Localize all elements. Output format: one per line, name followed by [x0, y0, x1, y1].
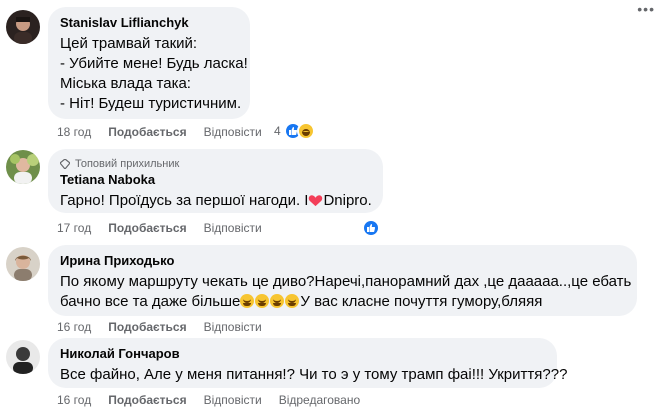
like-button[interactable]: Подобається — [108, 320, 186, 334]
like-button[interactable]: Подобається — [108, 393, 186, 407]
comment-text-line: Все файно, Але у меня питання!? Чи то э … — [60, 366, 568, 383]
comment-text-prefix: бачно все та даже більше — [60, 293, 241, 310]
reaction-summary[interactable]: 4 — [274, 122, 315, 140]
diamond-badge-icon — [60, 159, 70, 169]
like-icon — [362, 219, 380, 237]
comment-time[interactable]: 16 год — [57, 320, 91, 334]
badge-row: Топовий прихильник — [60, 157, 371, 171]
reply-button[interactable]: Відповісти — [204, 393, 262, 407]
top-fan-badge: Топовий прихильник — [75, 158, 180, 170]
comment-text-prefix: Гарно! Проїдусь за першої нагоди. I — [60, 192, 309, 209]
edited-label[interactable]: Відредаговано — [279, 393, 360, 407]
avatar[interactable] — [6, 340, 40, 374]
comment-text-line: Міська влада така: — [60, 75, 191, 92]
comment-text-line: Цей трамвай такий: — [60, 35, 198, 52]
comment-text-line: - Убийте мене! Будь ласка! — [60, 55, 248, 72]
more-options-icon[interactable]: ••• — [637, 1, 655, 17]
comment-bubble: Stanislav Liflianchyk Цей трамвай такий:… — [48, 7, 250, 119]
laughing-emoji-icon — [240, 294, 255, 308]
avatar[interactable] — [6, 10, 40, 44]
comment-author[interactable]: Stanislav Liflianchyk — [60, 15, 238, 31]
reply-button[interactable]: Відповісти — [204, 221, 262, 235]
comment-time[interactable]: 18 год — [57, 125, 91, 139]
haha-icon — [296, 122, 315, 140]
comment-author[interactable]: Tetiana Naboka — [60, 172, 371, 188]
comment-text-line: - Ніт! Будеш туристичним. — [60, 95, 242, 112]
like-button[interactable]: Подобається — [108, 125, 186, 139]
comment-time[interactable]: 16 год — [57, 393, 91, 407]
avatar[interactable] — [6, 150, 40, 184]
heart-emoji-icon — [308, 193, 323, 208]
laughing-emoji-icon — [270, 294, 285, 308]
comment-text-suffix: Dnipro. — [323, 192, 372, 209]
comment-author[interactable]: Ирина Приходько — [60, 253, 625, 269]
comment-text: Гарно! Проїдусь за першої нагоди. I Dnipr… — [60, 191, 372, 211]
comment-text-line: По якому маршруту чекать це диво?Наречі,… — [60, 273, 632, 290]
comment-author[interactable]: Николай Гончаров — [60, 346, 545, 362]
comment-bubble: Топовий прихильник Tetiana Naboka Гарно!… — [48, 149, 383, 213]
comment-bubble: Ирина Приходько По якому маршруту чекать… — [48, 245, 637, 316]
comment-actions: 16 год Подобається Відповісти — [57, 319, 279, 335]
comment-text-line: бачно все та даже більше У вас класне поч… — [60, 292, 625, 312]
reaction-count: 4 — [274, 124, 281, 138]
reaction-summary[interactable] — [362, 219, 380, 237]
comment-text-suffix: У вас класне почуття гумору,бляяя — [300, 293, 543, 310]
comment-bubble: Николай Гончаров Все файно, Але у меня п… — [48, 338, 568, 388]
reply-button[interactable]: Відповісти — [204, 320, 262, 334]
comment-actions: 17 год Подобається Відповісти — [57, 220, 279, 236]
comment-time[interactable]: 17 год — [57, 221, 91, 235]
reply-button[interactable]: Відповісти — [204, 125, 262, 139]
avatar[interactable] — [6, 247, 40, 281]
comment-actions: 16 год Подобається Відповісти Відредагов… — [57, 392, 377, 408]
laughing-emoji-icon — [285, 294, 300, 308]
like-button[interactable]: Подобається — [108, 221, 186, 235]
comment-actions: 18 год Подобається Відповісти — [57, 124, 279, 140]
laughing-emoji-icon — [255, 294, 270, 308]
